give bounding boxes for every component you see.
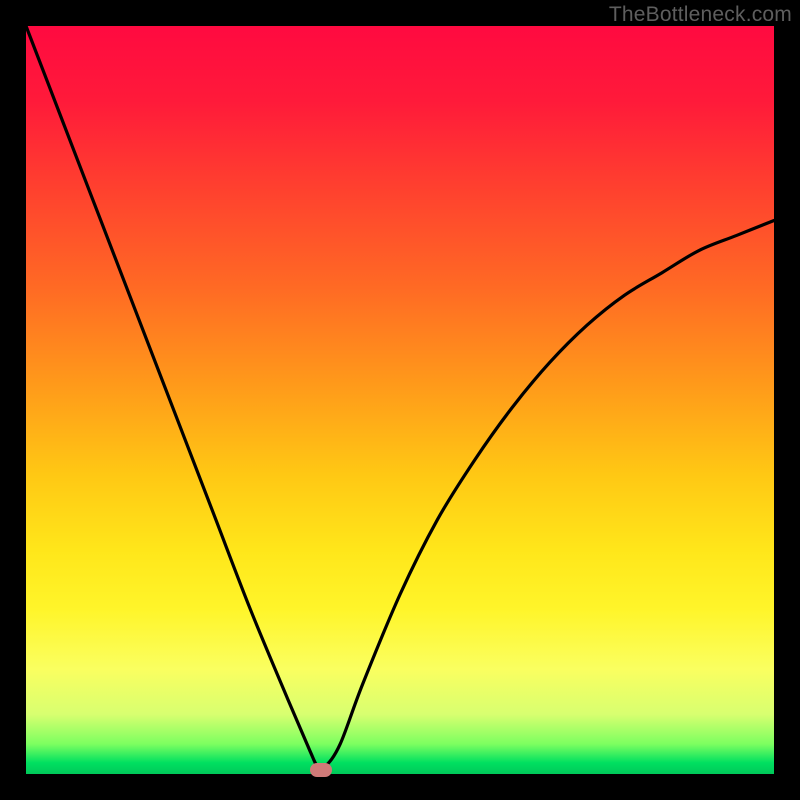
watermark-text: TheBottleneck.com (609, 3, 792, 27)
minimum-marker (310, 763, 332, 777)
bottleneck-curve (26, 26, 774, 774)
plot-area (26, 26, 774, 774)
chart-frame: TheBottleneck.com (0, 0, 800, 800)
